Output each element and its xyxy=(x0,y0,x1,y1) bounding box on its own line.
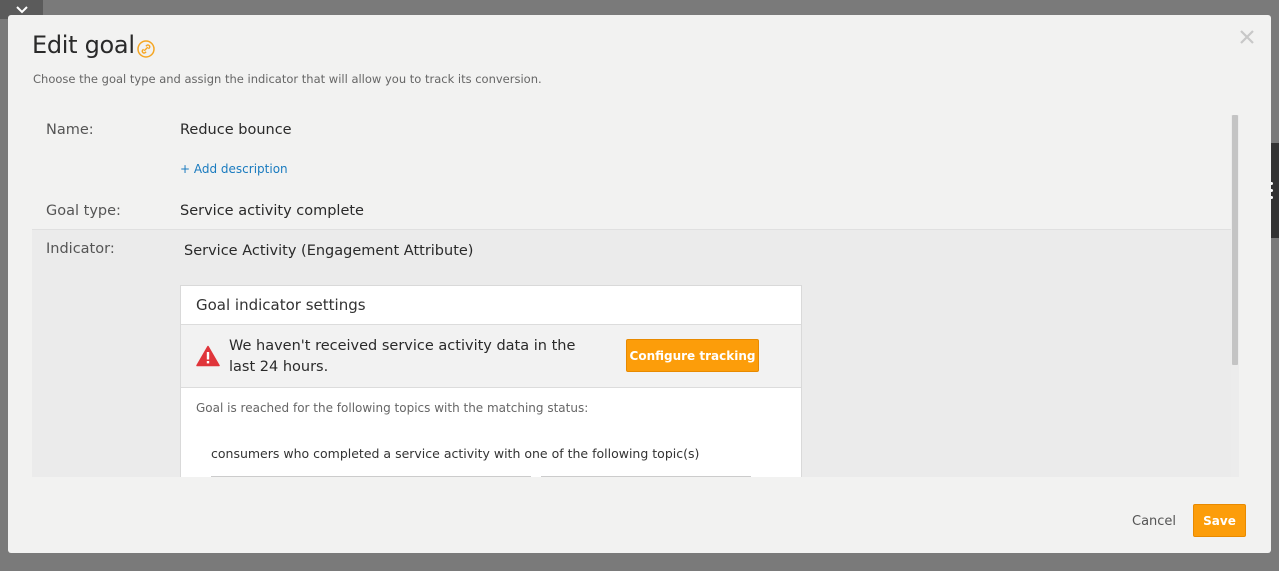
goal-indicator-settings-panel: Goal indicator settings We haven't recei… xyxy=(180,285,802,477)
indicator-value[interactable]: Service Activity (Engagement Attribute) xyxy=(184,243,473,259)
warning-banner: We haven't received service activity dat… xyxy=(181,325,801,388)
consumers-text: consumers who completed a service activi… xyxy=(211,446,700,461)
warning-icon xyxy=(196,345,220,367)
panel-title: Goal indicator settings xyxy=(181,286,801,325)
indicator-section: Indicator: Service Activity (Engagement … xyxy=(32,229,1231,477)
edit-goal-dialog: Edit goal Choose the goal type and assig… xyxy=(8,15,1271,553)
indicator-label: Indicator: xyxy=(46,241,115,257)
dialog-subtitle: Choose the goal type and assign the indi… xyxy=(33,72,542,86)
link-icon[interactable] xyxy=(137,40,155,58)
chevron-down-icon xyxy=(15,5,28,13)
name-field[interactable]: Reduce bounce xyxy=(180,122,292,138)
scrollbar-thumb[interactable] xyxy=(1232,115,1238,365)
dialog-title: Edit goal xyxy=(32,31,135,59)
dialog-content: Name: Reduce bounce + Add description Go… xyxy=(32,115,1231,477)
save-button[interactable]: Save xyxy=(1193,504,1246,537)
close-icon[interactable] xyxy=(1237,27,1257,47)
configure-tracking-button[interactable]: Configure tracking xyxy=(626,339,759,372)
status-select[interactable] xyxy=(541,476,751,477)
content-scrollbar[interactable] xyxy=(1231,115,1239,477)
cancel-button[interactable]: Cancel xyxy=(1132,514,1176,529)
goal-type-value[interactable]: Service activity complete xyxy=(180,203,364,219)
goal-reached-text: Goal is reached for the following topics… xyxy=(196,401,589,415)
warning-text: We haven't received service activity dat… xyxy=(229,338,576,375)
goal-type-label: Goal type: xyxy=(46,203,121,219)
topic-select[interactable] xyxy=(211,476,531,477)
name-label: Name: xyxy=(46,122,94,138)
add-description-link[interactable]: + Add description xyxy=(180,162,288,176)
